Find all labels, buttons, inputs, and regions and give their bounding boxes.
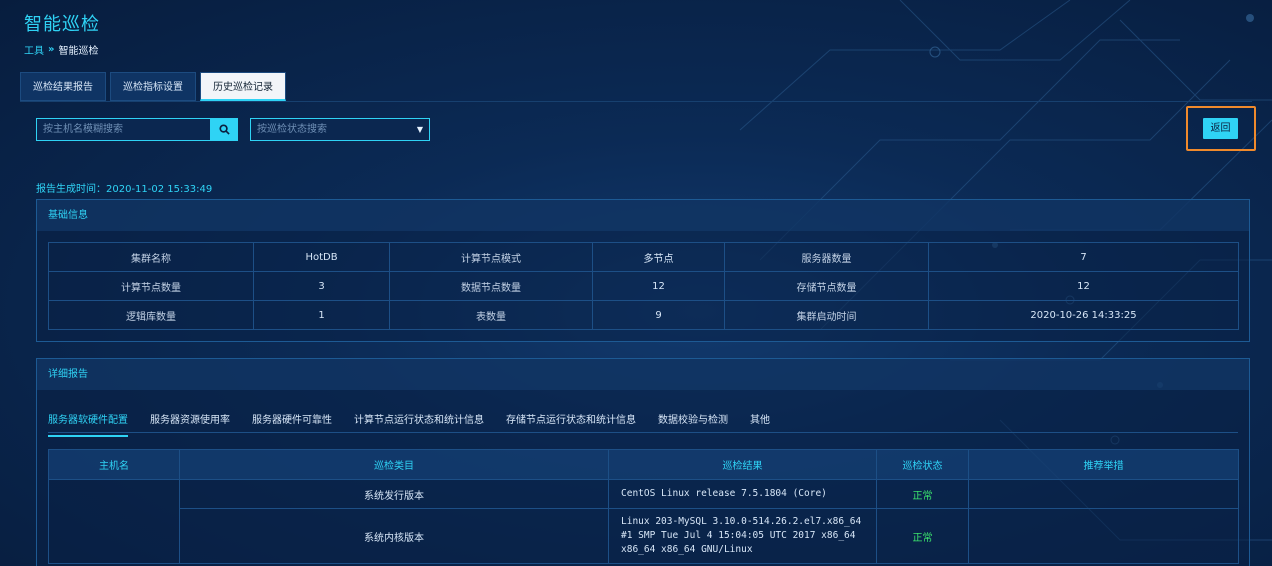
subtab-storage-node-status[interactable]: 存储节点运行状态和统计信息: [506, 411, 636, 437]
table-row: 逻辑库数量 1 表数量 9 集群启动时间 2020-10-26 14:33:25: [48, 300, 1239, 330]
tab-inspection-settings[interactable]: 巡检指标设置: [110, 72, 196, 101]
tab-history-records[interactable]: 历史巡检记录: [200, 72, 286, 101]
basic-info-panel: 基础信息 集群名称 HotDB 计算节点模式 多节点 服务器数量 7 计算节点数…: [36, 199, 1250, 342]
tab-bar-divider: [20, 101, 1252, 102]
info-value: HotDB: [253, 242, 390, 272]
caret-down-icon: ▼: [416, 125, 423, 134]
status-filter-select[interactable]: 按巡检状态搜索 ▼: [250, 118, 430, 141]
info-label: 计算节点模式: [389, 242, 593, 272]
column-header: 巡检状态: [876, 449, 969, 480]
basic-info-title: 基础信息: [37, 200, 1249, 231]
info-label: 逻辑库数量: [48, 300, 254, 330]
subtab-resource-usage[interactable]: 服务器资源使用率: [150, 411, 230, 437]
column-header: 推荐举措: [968, 449, 1239, 480]
detail-table: 主机名 巡检类目 巡检结果 巡检状态 推荐举措 系统发行版本 CentOS Li…: [48, 449, 1239, 564]
info-label: 计算节点数量: [48, 271, 254, 301]
info-value: 3: [253, 271, 390, 301]
status-cell: 正常: [876, 479, 969, 509]
info-value: 多节点: [592, 242, 725, 272]
host-search-input[interactable]: [36, 118, 211, 141]
info-label: 集群名称: [48, 242, 254, 272]
info-value: 12: [592, 271, 725, 301]
detail-sub-tabs: 服务器软硬件配置 服务器资源使用率 服务器硬件可靠性 计算节点运行状态和统计信息…: [48, 411, 770, 437]
breadcrumb-current: 智能巡检: [58, 46, 99, 57]
subtab-hardware-config[interactable]: 服务器软硬件配置: [48, 411, 128, 437]
category-cell: 系统发行版本: [179, 479, 609, 509]
info-value: 1: [253, 300, 390, 330]
table-row: 系统发行版本 CentOS Linux release 7.5.1804 (Co…: [48, 479, 1239, 564]
result-cell: Linux 203-MySQL 3.10.0-514.26.2.el7.x86_…: [608, 508, 877, 564]
breadcrumb: 工具 » 智能巡检: [24, 42, 98, 57]
page-title: 智能巡检: [24, 14, 100, 35]
subtab-data-validation[interactable]: 数据校验与检测: [658, 411, 728, 437]
info-label: 数据节点数量: [389, 271, 593, 301]
table-header-row: 主机名 巡检类目 巡检结果 巡检状态 推荐举措: [48, 449, 1239, 480]
table-row: 集群名称 HotDB 计算节点模式 多节点 服务器数量 7: [48, 242, 1239, 272]
subtab-hardware-reliability[interactable]: 服务器硬件可靠性: [252, 411, 332, 437]
info-label: 服务器数量: [724, 242, 929, 272]
sub-tabs-divider: [48, 432, 1238, 433]
detail-report-title: 详细报告: [37, 359, 1249, 390]
column-header: 主机名: [48, 449, 180, 480]
search-icon: [219, 124, 230, 135]
recommend-cell: [968, 479, 1239, 509]
breadcrumb-root-link[interactable]: 工具: [24, 42, 44, 57]
tab-inspection-report[interactable]: 巡检结果报告: [20, 72, 106, 101]
detail-report-panel: 详细报告 服务器软硬件配置 服务器资源使用率 服务器硬件可靠性 计算节点运行状态…: [36, 358, 1250, 566]
info-label: 集群启动时间: [724, 300, 929, 330]
info-label: 表数量: [389, 300, 593, 330]
category-cell: 系统内核版本: [179, 508, 609, 564]
basic-info-table: 集群名称 HotDB 计算节点模式 多节点 服务器数量 7 计算节点数量 3 数…: [48, 242, 1239, 330]
status-filter-placeholder: 按巡检状态搜索: [257, 124, 327, 135]
info-value: 9: [592, 300, 725, 330]
subtab-compute-node-status[interactable]: 计算节点运行状态和统计信息: [354, 411, 484, 437]
info-value: 7: [928, 242, 1239, 272]
back-button[interactable]: 返回: [1203, 118, 1238, 139]
report-generated-time: 报告生成时间：2020-11-02 15:33:49: [36, 184, 213, 195]
info-value: 2020-10-26 14:33:25: [928, 300, 1239, 330]
breadcrumb-separator-icon: »: [48, 44, 55, 55]
table-row: 计算节点数量 3 数据节点数量 12 存储节点数量 12: [48, 271, 1239, 301]
host-search: [36, 118, 238, 141]
column-header: 巡检类目: [179, 449, 609, 480]
table-row: 系统内核版本 Linux 203-MySQL 3.10.0-514.26.2.e…: [49, 508, 1239, 564]
info-value: 12: [928, 271, 1239, 301]
result-cell: CentOS Linux release 7.5.1804 (Core): [608, 479, 877, 509]
search-button[interactable]: [211, 118, 238, 141]
info-label: 存储节点数量: [724, 271, 929, 301]
subtab-other[interactable]: 其他: [750, 411, 770, 437]
column-header: 巡检结果: [608, 449, 877, 480]
status-cell: 正常: [876, 508, 969, 564]
recommend-cell: [968, 508, 1239, 564]
host-cell: [48, 479, 180, 564]
main-tabs: 巡检结果报告 巡检指标设置 历史巡检记录: [20, 72, 286, 101]
